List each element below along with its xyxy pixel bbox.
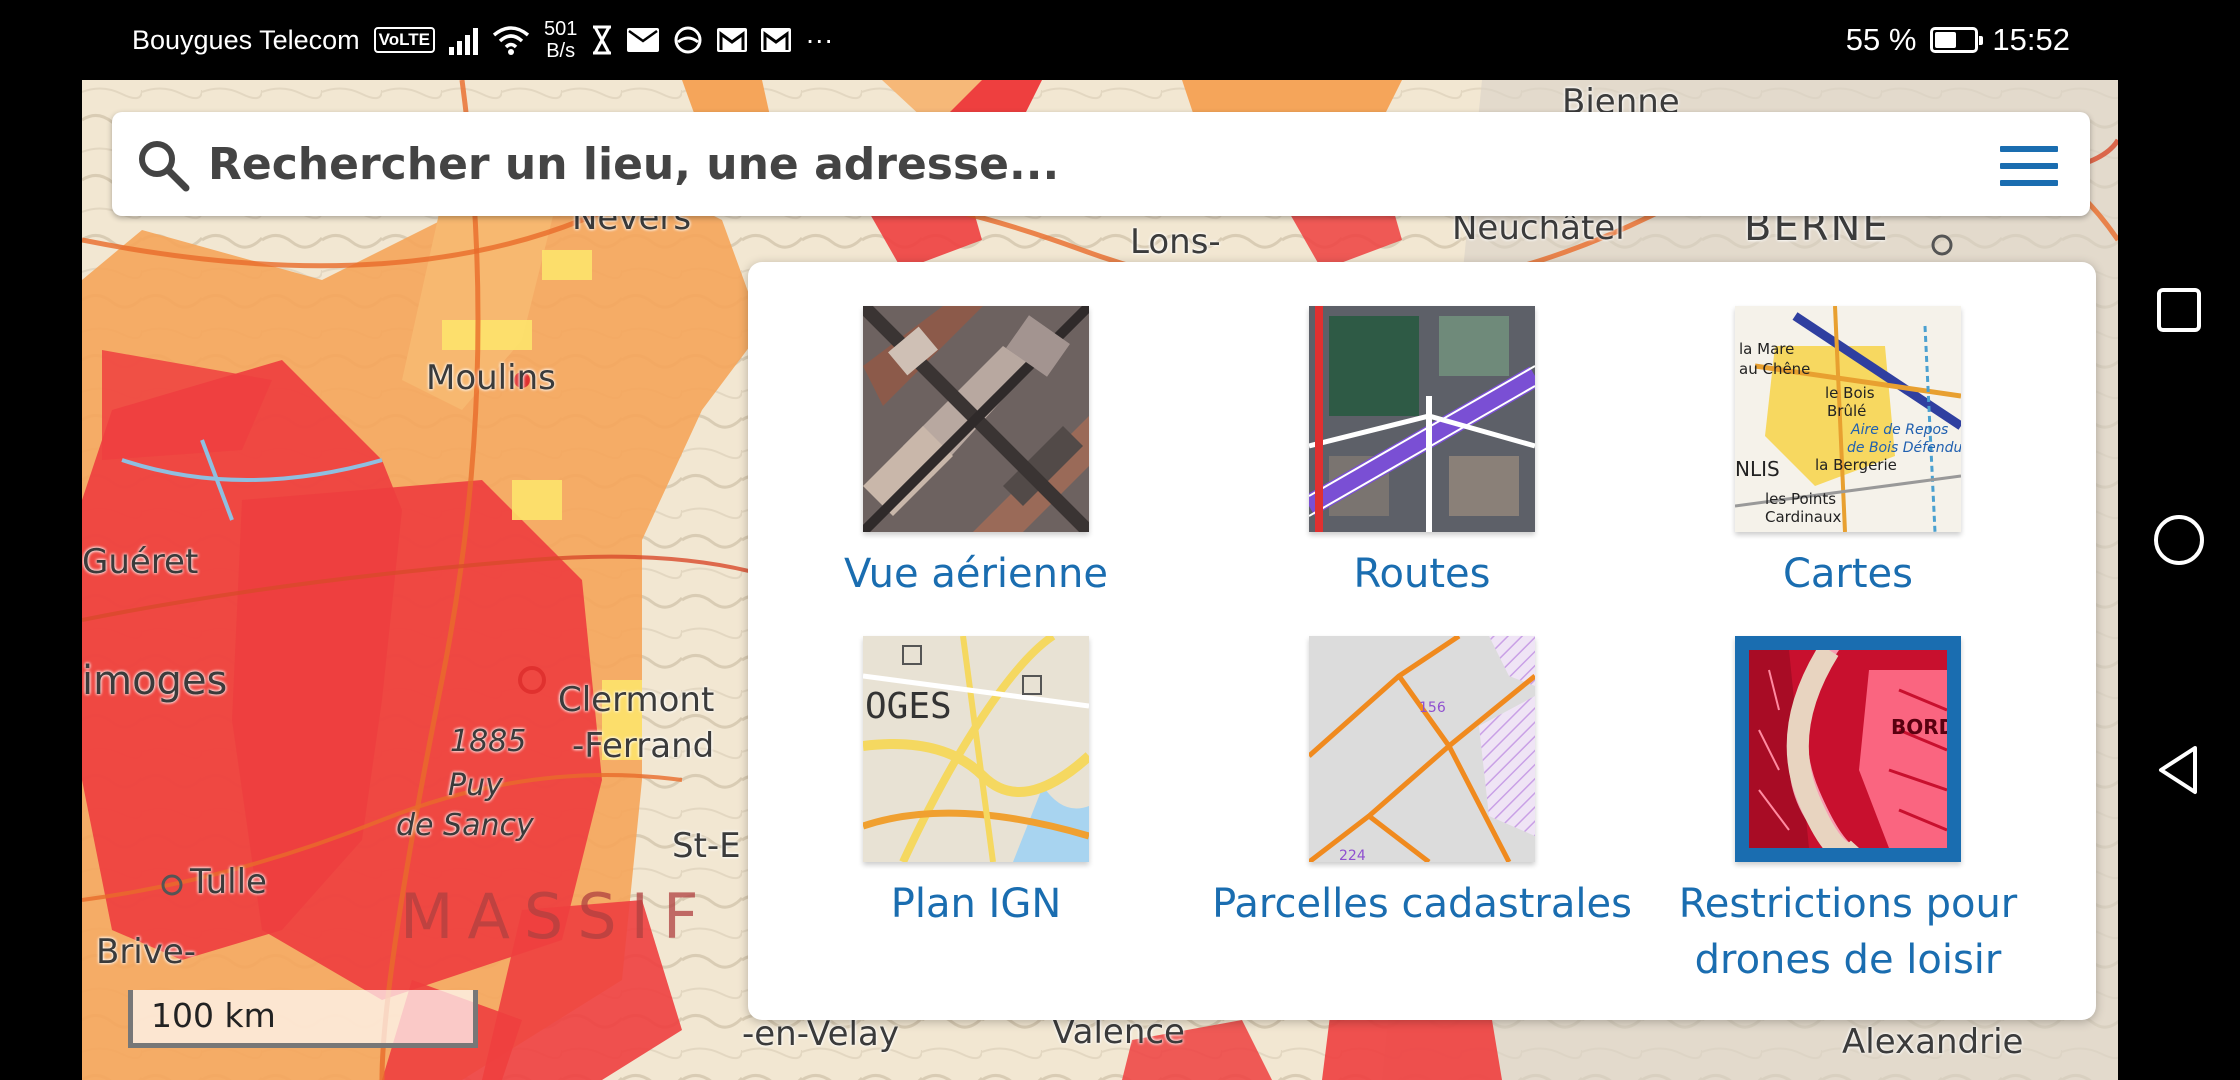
map-label-massif: MASSIF (400, 880, 713, 953)
more-notifications-icon: ··· (805, 24, 834, 55)
sync-icon (674, 26, 702, 54)
wifi-icon (492, 26, 530, 55)
search-input[interactable] (208, 124, 2008, 204)
cartes-text: au Chêne (1739, 360, 1810, 378)
home-icon[interactable] (2151, 512, 2207, 568)
layer-restrictions-drones[interactable]: BORD Restrictions pour drones de loisir (1638, 636, 2058, 983)
layer-label: Cartes (1782, 551, 1914, 597)
cartes-text: la Bergerie (1815, 456, 1897, 474)
scale-label: 100 km (151, 996, 276, 1035)
map-label-ferrand: -Ferrand (572, 726, 715, 766)
recent-apps-icon[interactable] (2151, 282, 2207, 338)
network-speed-unit: B/s (546, 40, 576, 62)
map-label-st: St-E (672, 826, 741, 866)
map-label-clermont: Clermont (558, 680, 715, 720)
signal-icon (448, 25, 478, 55)
layer-vue-aerienne[interactable]: Vue aérienne (766, 306, 1186, 597)
map-label-limoges: imoges (82, 658, 228, 704)
cartes-text: les Points (1765, 490, 1836, 508)
layer-label: Restrictions pour drones de loisir (1678, 881, 2018, 983)
layer-thumbnail-plan-ign: OGES (863, 636, 1089, 862)
map-label-sancy: de Sancy (396, 808, 534, 843)
cartes-text: le Bois (1825, 384, 1875, 402)
search-icon[interactable] (136, 138, 190, 192)
parcelles-text: 224 (1339, 848, 1366, 862)
gmail-icon (761, 28, 792, 52)
cartes-text: Cardinaux (1765, 508, 1841, 526)
volte-badge: VoLTE (373, 27, 435, 53)
gmail-icon (717, 28, 748, 52)
search-bar (112, 112, 2090, 216)
drones-text: BORD (1891, 715, 1947, 739)
navigation-bar (2118, 0, 2240, 1080)
map-label-puy: Puy (448, 768, 503, 803)
cartes-text: de Bois Défendu (1847, 440, 1961, 456)
map-label-lons: Lons- (1130, 222, 1221, 262)
mail-icon (627, 28, 660, 52)
layer-label: Parcelles cadastrales (1212, 881, 1632, 927)
map-label-moulins: Moulins (426, 358, 556, 398)
layer-thumbnail-parcelles: 156 224 (1309, 636, 1535, 862)
status-bar: Bouygues Telecom VoLTE 501 B/s ··· 55 % … (0, 0, 2240, 80)
hourglass-icon (593, 25, 612, 55)
layer-cartes[interactable]: la Mare au Chêne le Bois Brûlé Aire de R… (1638, 306, 2058, 597)
layer-routes[interactable]: Routes (1212, 306, 1632, 597)
parcelles-text: 156 (1419, 700, 1446, 716)
layer-label: Plan IGN (890, 881, 1062, 927)
network-speed: 501 B/s (544, 18, 577, 62)
layer-thumbnail-cartes: la Mare au Chêne le Bois Brûlé Aire de R… (1735, 306, 1961, 532)
cartes-text: NLIS (1735, 457, 1780, 481)
map-label-gueret: Guéret (82, 542, 199, 582)
layers-panel: Vue aérienne Routes la Mare au Chêne le … (748, 262, 2096, 1020)
cartes-text: Brûlé (1827, 402, 1866, 420)
layer-label: Routes (1353, 551, 1491, 597)
battery-icon (1930, 27, 1984, 53)
map-label-altitude: 1885 (450, 724, 527, 759)
layer-thumbnail-drones-selected: BORD (1735, 636, 1961, 862)
map-label-brive: Brive- (96, 932, 197, 972)
battery-level (1935, 32, 1957, 48)
cartes-text: la Mare (1739, 340, 1794, 358)
clock: 15:52 (1992, 22, 2070, 57)
layer-thumbnail-aerial (863, 306, 1089, 532)
battery-percent: 55 % (1845, 22, 1917, 57)
network-speed-value: 501 (543, 18, 578, 40)
status-right: 55 % 15:52 (1846, 0, 2070, 80)
back-icon[interactable] (2151, 742, 2207, 798)
plan-ign-text: OGES (865, 686, 952, 727)
carrier-name: Bouygues Telecom (132, 24, 360, 55)
map-label-velay: -en-Velay (742, 1014, 899, 1054)
scale-bar: 100 km (128, 990, 478, 1048)
map-label-tulle: Tulle (190, 862, 267, 902)
cartes-text: Aire de Repos (1850, 422, 1948, 438)
layer-parcelles-cadastrales[interactable]: 156 224 Parcelles cadastrales (1212, 636, 1632, 956)
status-left: Bouygues Telecom VoLTE 501 B/s ··· (132, 0, 833, 80)
layer-label: Vue aérienne (844, 551, 1108, 597)
layer-plan-ign[interactable]: OGES Plan IGN (766, 636, 1186, 927)
map-label-alexandrie: Alexandrie (1842, 1022, 2024, 1062)
hamburger-menu-icon[interactable] (2000, 146, 2058, 186)
layer-thumbnail-routes (1309, 306, 1535, 532)
